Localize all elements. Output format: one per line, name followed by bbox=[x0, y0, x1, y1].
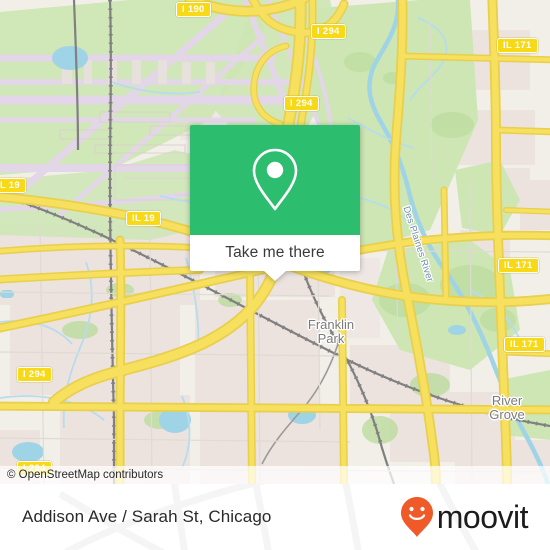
take-me-there-label: Take me there bbox=[225, 244, 325, 261]
highway-shield[interactable]: I 294 bbox=[311, 24, 346, 39]
map-pin-icon bbox=[252, 148, 298, 211]
take-me-there-button[interactable]: Take me there bbox=[190, 235, 360, 281]
location-callout-card[interactable]: Take me there bbox=[190, 125, 360, 281]
callout-header bbox=[190, 125, 360, 235]
location-title: Addison Ave / Sarah St, Chicago bbox=[22, 507, 272, 526]
highway-shield[interactable]: I 190 bbox=[176, 2, 211, 17]
place-label-line2: Grove bbox=[489, 407, 525, 422]
map-attribution[interactable]: © OpenStreetMap contributors bbox=[0, 466, 550, 484]
place-label-franklin-park: Franklin Park bbox=[300, 318, 362, 346]
callout-pointer bbox=[264, 271, 286, 281]
moovit-brand[interactable]: moovit bbox=[400, 484, 529, 550]
moovit-wordmark: moovit bbox=[436, 499, 529, 535]
highway-shield[interactable]: I 294 bbox=[284, 96, 319, 111]
highway-shield[interactable]: IL 171 bbox=[497, 38, 538, 53]
place-label-line1: River bbox=[491, 393, 523, 408]
place-label-line2: Park bbox=[317, 331, 345, 346]
place-label-river-grove: River Grove bbox=[476, 394, 538, 422]
highway-shield[interactable]: IL 171 bbox=[498, 258, 539, 273]
map-canvas[interactable]: Franklin Park River Grove Des Plaines Ri… bbox=[0, 0, 550, 484]
highway-shield[interactable]: IL 171 bbox=[504, 337, 545, 352]
place-label-line1: Franklin bbox=[307, 317, 355, 332]
highway-shield[interactable]: I 294 bbox=[17, 367, 52, 382]
footer-bar: Addison Ave / Sarah St, Chicago moovit bbox=[0, 484, 550, 550]
highway-shield[interactable]: IL 19 bbox=[126, 211, 161, 226]
moovit-smiley-pin-icon bbox=[400, 497, 433, 537]
map-share-card: Franklin Park River Grove Des Plaines Ri… bbox=[0, 0, 550, 550]
highway-shield[interactable]: IL 19 bbox=[0, 178, 26, 193]
